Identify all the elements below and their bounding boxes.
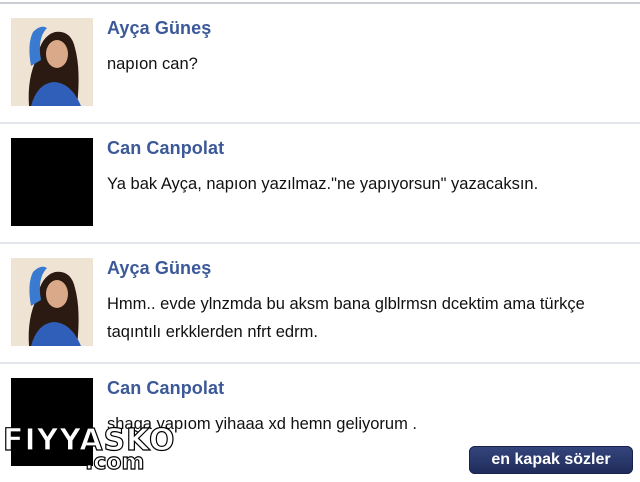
message-text: shaga yapıom yihaaa xd hemn geliyorum . <box>107 415 418 433</box>
sender-name[interactable]: Can Canpolat <box>107 378 224 399</box>
message-item: Ayça Güneş napıon can? <box>0 4 640 124</box>
profile-photo-icon <box>11 18 93 106</box>
message-thread: Ayça Güneş napıon can? Can Canpolat Ya b… <box>0 4 640 482</box>
message-text: napıon can? <box>107 55 198 73</box>
site-watermark: FIYYASKO .com <box>2 425 175 474</box>
sender-name[interactable]: Can Canpolat <box>107 138 224 159</box>
sender-name[interactable]: Ayça Güneş <box>107 258 211 279</box>
sender-name[interactable]: Ayça Güneş <box>107 18 211 39</box>
tag-button[interactable]: en kapak sözler <box>469 446 633 474</box>
avatar[interactable] <box>11 138 93 226</box>
message-text: Ya bak Ayça, napıon yazılmaz."ne yapıyor… <box>107 175 539 193</box>
profile-photo-icon <box>11 258 93 346</box>
message-item: Can Canpolat Ya bak Ayça, napıon yazılma… <box>0 124 640 244</box>
avatar[interactable] <box>11 18 93 106</box>
message-text: Hmm.. evde ylnzmda bu aksm bana glblrmsn… <box>107 295 585 341</box>
avatar[interactable] <box>11 258 93 346</box>
message-item: Ayça Güneş Hmm.. evde ylnzmda bu aksm ba… <box>0 244 640 364</box>
